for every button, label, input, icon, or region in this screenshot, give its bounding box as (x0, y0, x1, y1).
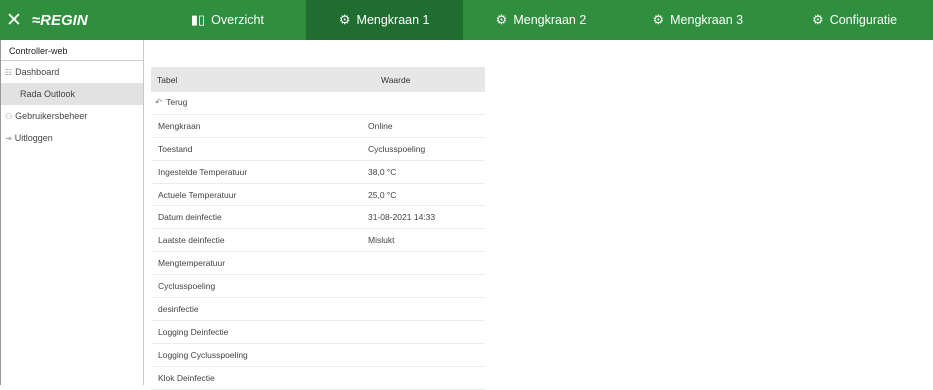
sidebar-item-dashboard[interactable]: ☷ Dashboard (1, 61, 143, 83)
settings-icon: ⚙ (495, 12, 508, 27)
sidebar-item-label: Gebruikersbeheer (15, 111, 88, 121)
table-row[interactable]: Mengkraan Online (151, 115, 485, 138)
sidebar-item-label: Dashboard (15, 67, 60, 77)
tab-label: Overzicht (211, 13, 264, 27)
close-icon[interactable]: ✕ (6, 9, 22, 32)
row-name: Toestand (158, 143, 193, 154)
back-button[interactable]: ↶ Terug (151, 92, 485, 115)
logout-icon: ⇥ (5, 133, 12, 143)
top-navigation-bar: ✕ ≈ REGIN ▮▯ Overzicht ⚙ Mengkraan 1 ⚙ M… (0, 0, 933, 40)
settings-icon: ⚙ (652, 12, 665, 27)
settings-icon: ⚙ (812, 12, 824, 27)
table-row[interactable]: Cyclusspoeling (151, 275, 485, 299)
dashboard-icon: ☷ (5, 67, 13, 77)
sidebar: Controller-web ☷ Dashboard Rada Outlook … (0, 40, 144, 385)
sidebar-item-rada-outlook[interactable]: Rada Outlook (1, 83, 143, 105)
sidebar-item-label: Uitloggen (14, 133, 53, 143)
row-value: Mislukt (368, 235, 395, 246)
tab-label: Mengkraan 2 (513, 13, 587, 27)
column-header-waarde: Waarde (381, 74, 411, 85)
table-header: Tabel Waarde (151, 67, 485, 92)
tab-mengkraan-2[interactable]: ⚙ Mengkraan 2 (463, 0, 620, 40)
table-row[interactable]: Ingestelde Temperatuur 38,0 °C (151, 161, 485, 184)
row-value: 25,0 °C (368, 189, 397, 200)
back-label: Terug (166, 97, 188, 108)
row-value: 31-08-2021 14:33 (368, 212, 436, 223)
tab-label: Configuratie (829, 13, 898, 27)
tab-mengkraan-1[interactable]: ⚙ Mengkraan 1 (305, 0, 463, 40)
table-row[interactable]: Datum deinfectie 31-08-2021 14:33 (151, 206, 485, 230)
row-name: Cyclusspoeling (158, 281, 216, 292)
table-row[interactable]: Logging Deinfectie (151, 321, 485, 344)
brand: ✕ ≈ REGIN (0, 0, 149, 40)
tab-label: Mengkraan 1 (356, 13, 430, 27)
table-row[interactable]: Klok Deinfectie (151, 367, 485, 390)
row-name: Mengkraan (158, 120, 201, 131)
table-row[interactable]: Logging Cyclusspoeling (151, 344, 485, 367)
table-row[interactable]: Actuele Temperatuur 25,0 °C (151, 184, 485, 207)
row-name: Logging Deinfectie (158, 326, 229, 337)
table-row[interactable]: desinfectie (151, 298, 485, 321)
column-header-tabel: Tabel (157, 74, 178, 85)
row-name: Actuele Temperatuur (158, 189, 237, 200)
row-value: Online (368, 120, 393, 131)
back-arrow-icon: ↶ (155, 97, 163, 108)
row-value: 38,0 °C (368, 166, 397, 177)
settings-icon: ⚙ (338, 12, 351, 27)
brand-name: REGIN (40, 11, 88, 29)
row-name: Klok Deinfectie (158, 372, 215, 383)
chart-icon: ▮▯ (190, 12, 206, 27)
row-name: Datum deinfectie (158, 212, 222, 223)
table-row[interactable]: Mengtemperatuur (151, 252, 485, 276)
row-name: Mengtemperatuur (158, 258, 226, 269)
tab-mengkraan-3[interactable]: ⚙ Mengkraan 3 (619, 0, 776, 40)
row-value: Cyclusspoeling (368, 143, 426, 154)
row-name: Logging Cyclusspoeling (158, 349, 248, 360)
table-row[interactable]: Toestand Cyclusspoeling (151, 138, 485, 161)
row-name: Laatste deinfectie (158, 235, 225, 246)
tab-overzicht[interactable]: ▮▯ Overzicht (149, 0, 306, 40)
table-row[interactable]: Laatste deinfectie Mislukt (151, 229, 485, 253)
values-table: Tabel Waarde ↶ Terug Mengkraan Online Toes… (151, 67, 485, 390)
sidebar-item-uitloggen[interactable]: ⇥ Uitloggen (1, 127, 143, 149)
tab-configuratie[interactable]: ⚙ Configuratie (776, 0, 933, 40)
sidebar-item-gebruikersbeheer[interactable]: ⚇ Gebruikersbeheer (1, 105, 143, 127)
tab-label: Mengkraan 3 (670, 13, 744, 27)
regin-logo-icon: ≈ (31, 11, 40, 29)
sidebar-title: Controller-web (1, 40, 143, 61)
users-icon: ⚇ (5, 111, 13, 121)
sidebar-item-label: Rada Outlook (20, 89, 76, 99)
row-name: desinfectie (158, 303, 199, 314)
row-name: Ingestelde Temperatuur (158, 166, 248, 177)
